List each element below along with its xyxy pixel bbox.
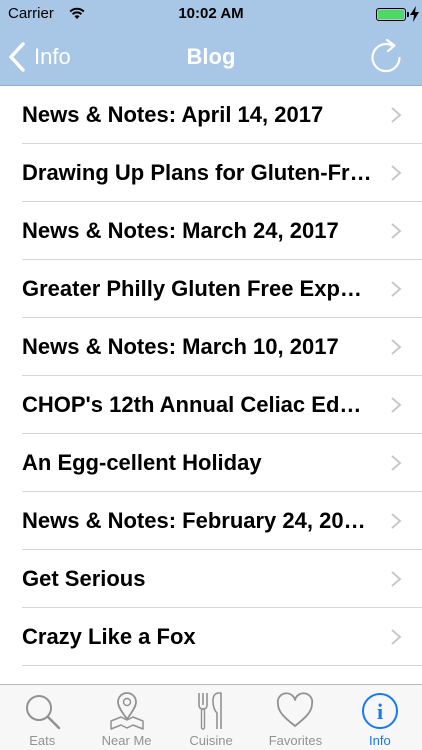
post-title: Drawing Up Plans for Gluten-Fr… (22, 160, 372, 185)
page-title: Blog (186, 44, 236, 69)
post-title: News & Notes: February 24, 20… (22, 508, 366, 533)
post-title: Get Serious (22, 566, 146, 591)
battery-icon (376, 8, 406, 21)
tab-eats[interactable]: Eats (0, 685, 84, 750)
chevron-right-icon (391, 107, 402, 123)
post-title: News & Notes: March 24, 2017 (22, 218, 339, 243)
chevron-right-icon (391, 513, 402, 529)
tab-near-me[interactable]: Near Me (84, 685, 168, 750)
tab-label: Favorites (268, 733, 323, 748)
list-item[interactable]: CHOP's 12th Annual Celiac Edu… (0, 376, 422, 434)
charging-bolt-icon (410, 6, 419, 22)
list-item[interactable]: News & Notes: March 24, 2017 (0, 202, 422, 260)
utensils-icon (198, 692, 222, 730)
tab-label: Cuisine (189, 733, 233, 748)
battery-tip (407, 12, 409, 17)
heart-icon (277, 692, 314, 727)
post-title: CHOP's 12th Annual Celiac Edu… (22, 392, 372, 417)
tab-cuisine[interactable]: Cuisine (169, 685, 253, 750)
tab-info[interactable]: i Info (338, 685, 422, 750)
chevron-right-icon (391, 629, 402, 645)
chevron-right-icon (391, 455, 402, 471)
chevron-right-icon (391, 339, 402, 355)
tab-label: Near Me (101, 733, 152, 748)
post-title: News & Notes: March 10, 2017 (22, 334, 339, 359)
chevron-right-icon (391, 223, 402, 239)
tab-favorites[interactable]: Favorites (253, 685, 337, 750)
blog-post-list: News & Notes: April 14, 2017 Drawing Up … (0, 86, 422, 684)
list-item[interactable]: An Egg-cellent Holiday (0, 434, 422, 492)
chevron-right-icon (391, 571, 402, 587)
chevron-right-icon (391, 281, 402, 297)
post-title: Greater Philly Gluten Free Expo… (22, 276, 372, 301)
list-item[interactable]: News & Notes: March 10, 2017 (0, 318, 422, 376)
status-time: 10:02 AM (178, 5, 244, 22)
tab-label: Info (368, 733, 391, 748)
refresh-icon[interactable] (368, 38, 404, 76)
list-item[interactable]: News & Notes: February 24, 20… (0, 492, 422, 550)
list-item[interactable]: News & Notes: April 14, 2017 (0, 86, 422, 144)
post-title: Crazy Like a Fox (22, 624, 196, 649)
svg-text:i: i (377, 699, 383, 724)
navigation-bar: Info Blog (0, 28, 422, 86)
tab-bar: Eats Near Me Cuisine Favorites i Info (0, 684, 422, 750)
list-item[interactable]: Drawing Up Plans for Gluten-Fr… (0, 144, 422, 202)
list-item[interactable]: Greater Philly Gluten Free Expo… (0, 260, 422, 318)
list-item[interactable]: Get Serious (0, 550, 422, 608)
chevron-right-icon (391, 397, 402, 413)
tab-label: Eats (29, 733, 56, 748)
post-title: News & Notes: April 14, 2017 (22, 102, 324, 127)
status-bar: Carrier 10:02 AM (0, 0, 422, 28)
search-icon (26, 695, 61, 730)
post-title: An Egg-cellent Holiday (22, 450, 262, 475)
location-pin-icon (109, 692, 144, 730)
info-icon: i (361, 693, 398, 729)
chevron-right-icon (391, 165, 402, 181)
list-item[interactable]: Crazy Like a Fox (0, 608, 422, 666)
